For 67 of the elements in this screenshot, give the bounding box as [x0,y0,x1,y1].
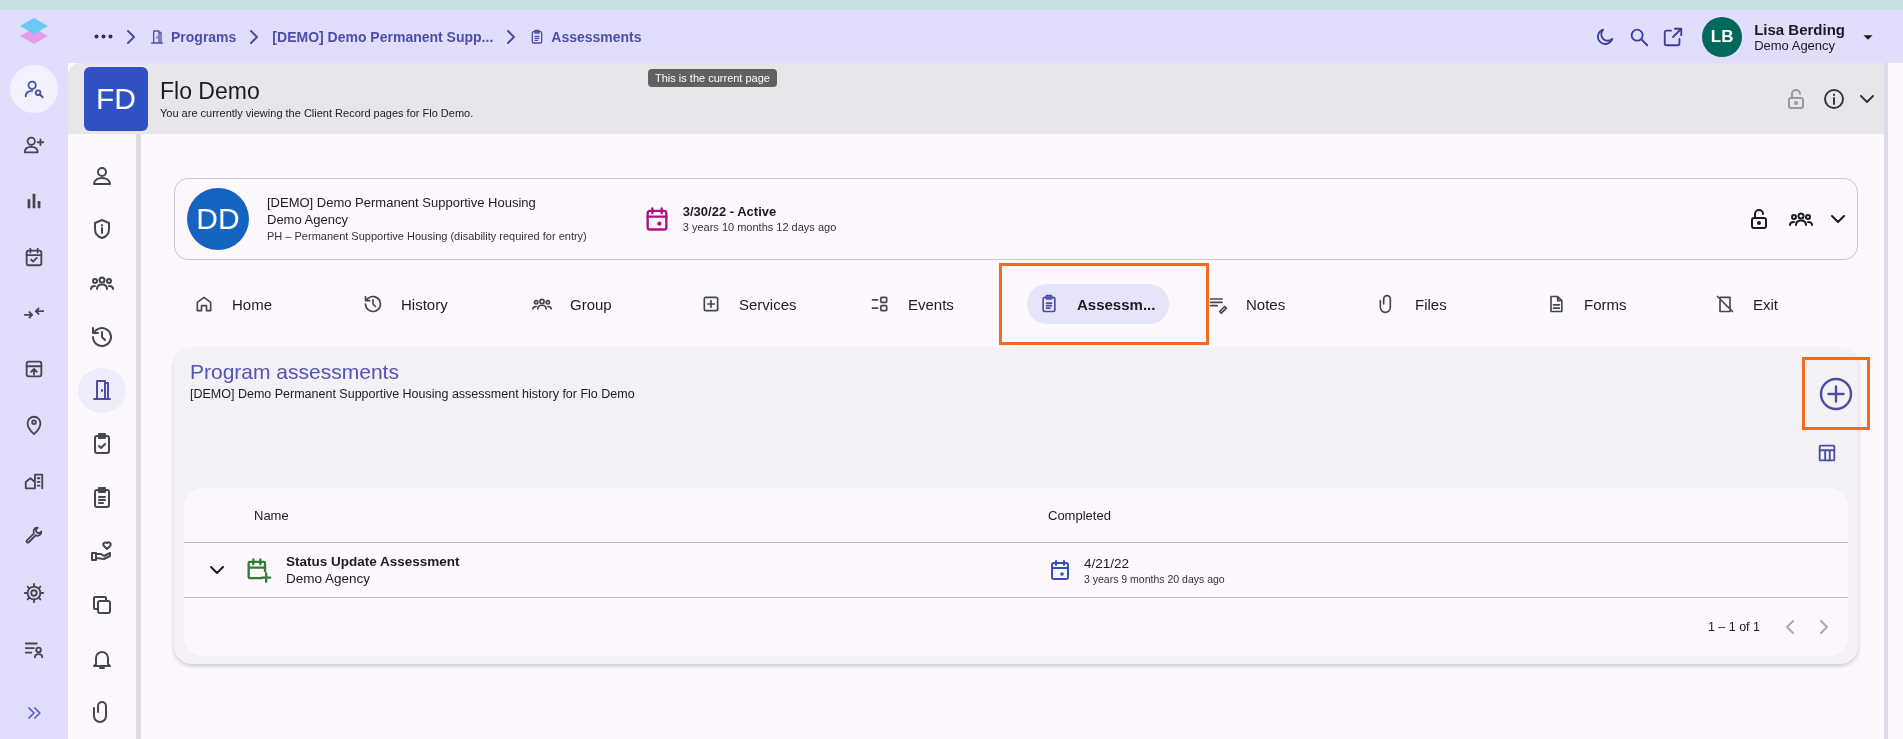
assessment-name: Status Update Assessment [286,554,460,569]
more-icon [94,34,113,39]
calendar-icon [1048,558,1072,582]
column-header: Completed [1048,507,1112,523]
external-link-icon [1662,25,1685,48]
archive-icon [23,358,45,380]
enrollment-duration: 3 years 10 months 12 days ago [682,219,837,235]
completed-ago: 3 years 9 months 20 days ago [1084,572,1225,585]
tab[interactable]: Forms [1534,284,1641,324]
client-name: Flo Demo [160,78,261,105]
door-off-icon [1715,294,1735,314]
chevron-icon [250,29,259,44]
chevron-down-icon [1860,94,1874,103]
assessment-agency: Demo Agency [286,571,372,586]
user-agency: Demo Agency [1754,37,1836,53]
history-icon [363,294,383,314]
enrollment-status: 3/30/22 - Active [682,203,778,219]
tab[interactable]: Notes [1196,284,1300,324]
pagination-range: 1 – 1 of 1 [1707,620,1760,634]
clipboard-icon [1039,294,1059,314]
columns-button[interactable] [1816,442,1838,464]
user-name: Lisa Berding [1754,20,1845,38]
breadcrumb-link[interactable]: [DEMO] Demo Permanent Supp... [272,28,494,45]
calendar-check-icon [23,246,45,268]
breadcrumb-link[interactable]: Assessments [529,28,642,45]
tooltip: This is the current page [648,69,777,87]
events-icon [870,294,890,314]
chevron-left-icon [1786,620,1794,634]
breadcrumb-link[interactable]: Programs [149,28,237,45]
program-agency: Demo Agency [267,211,349,228]
plus-square-icon [701,294,721,314]
user-avatar[interactable]: LB [1702,16,1743,57]
tab[interactable]: Assessm... [1027,284,1170,324]
client-subtitle: You are currently viewing the Client Record pages for Flo Demo. [160,107,474,119]
client-avatar: FD [84,66,148,131]
chevron-icon [507,29,516,44]
project-type: PH – Permanent Supportive Housing (disability required for entry) [267,229,587,244]
completed-date: 4/21/22 [1084,555,1131,571]
door-icon [149,28,165,45]
tab[interactable]: History [351,284,462,324]
info-icon [1822,86,1846,111]
tab[interactable]: Files [1365,284,1461,324]
tab[interactable]: Services [689,284,811,324]
tab[interactable]: Exit [1703,284,1792,324]
panel-title: Program assessments [190,360,400,384]
tab[interactable]: Home [182,284,286,324]
history-icon [90,324,114,349]
settings-icon [23,582,45,604]
tab[interactable]: Events [858,284,968,324]
column-header: Name [254,507,290,523]
add-user-icon [23,134,45,156]
chevron-right-icon [1820,620,1828,634]
add-button[interactable] [1818,375,1854,412]
program-avatar: DD [187,188,249,250]
chevron-down-icon [1831,215,1845,223]
user-search-icon [23,78,45,100]
chevron-icon [127,29,135,44]
tab[interactable]: Group [520,284,626,324]
table-columns-icon [1816,442,1838,464]
home-icon [194,294,214,314]
program-name: [DEMO] Demo Permanent Supportive Housing [267,194,537,211]
panel-subtitle: [DEMO] Demo Permanent Supportive Housing assessment history for Flo Demo [190,387,635,401]
add-icon [1818,375,1854,412]
rail-button[interactable] [10,65,58,113]
hand-heart-icon [90,539,114,564]
door-icon [90,378,114,403]
chevron-down-icon [210,566,224,574]
